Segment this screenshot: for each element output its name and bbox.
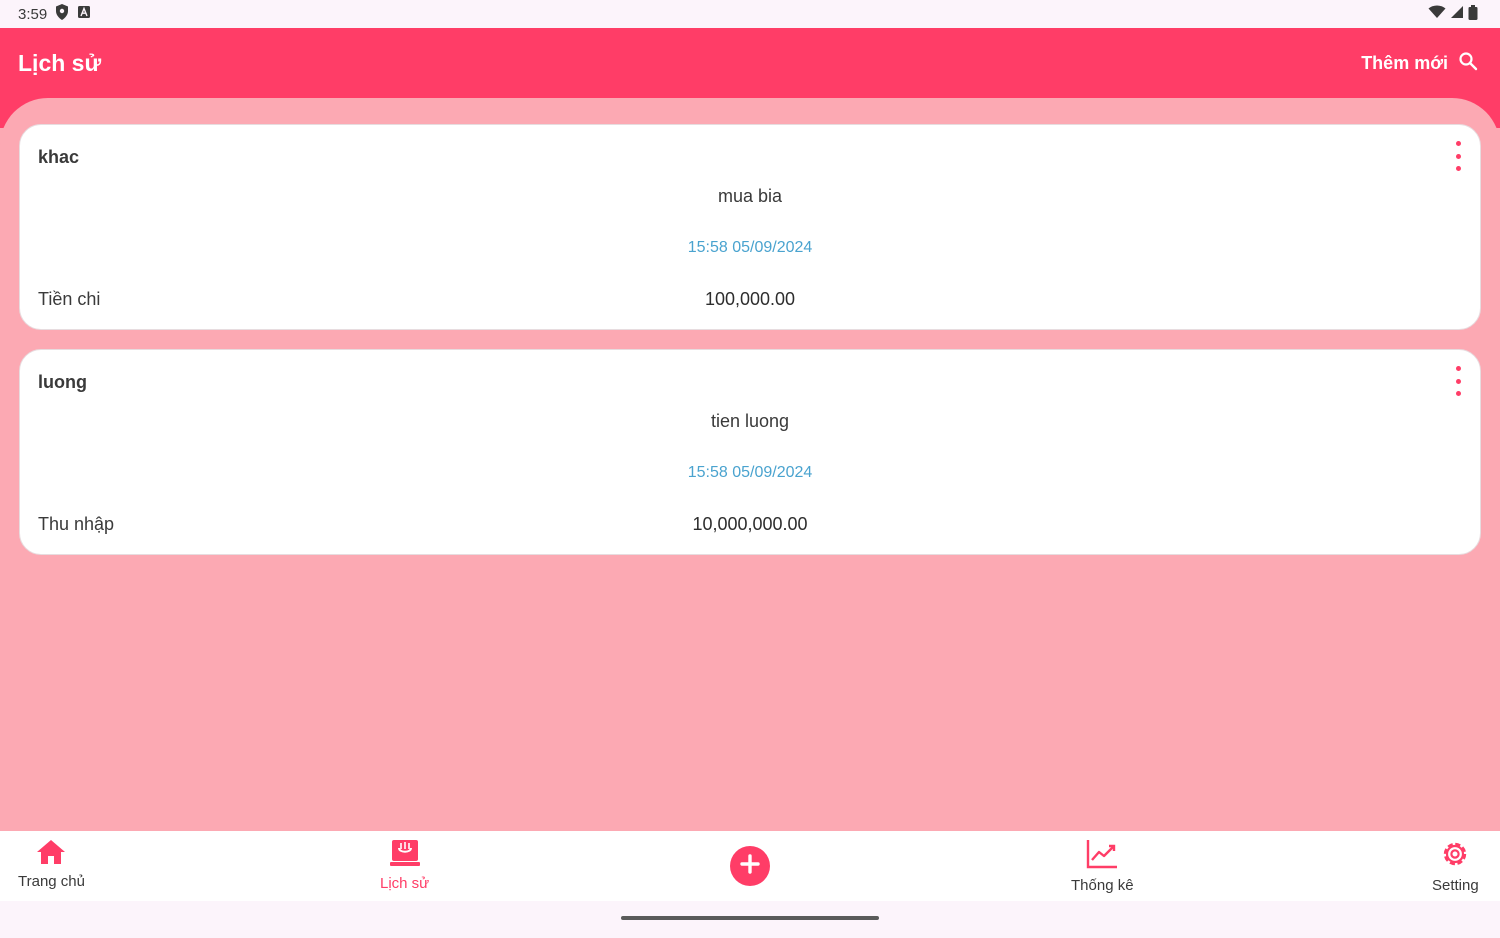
- add-new-button[interactable]: Thêm mới: [1361, 53, 1448, 74]
- nav-item-label: Trang chủ: [18, 873, 85, 890]
- keyboard-a-icon: [77, 5, 91, 23]
- transaction-description: tien luong: [710, 411, 790, 431]
- transaction-category: luong: [38, 372, 87, 392]
- status-left: 3:59: [18, 4, 91, 24]
- home-icon: [36, 839, 66, 869]
- transaction-datetime: 15:58 05/09/2024: [687, 239, 813, 256]
- status-bar: 3:59: [0, 0, 1500, 28]
- transaction-description: mua bia: [717, 186, 783, 206]
- more-vert-icon[interactable]: [1452, 366, 1464, 396]
- page-title: Lịch sử: [18, 49, 102, 76]
- nav-item-label: Thống kê: [1071, 877, 1134, 894]
- nav-item-label: Setting: [1432, 877, 1479, 894]
- add-circle-icon: [739, 853, 761, 880]
- nav-item-history[interactable]: Lịch sử: [380, 839, 429, 892]
- wifi-icon: [1428, 5, 1446, 23]
- status-right: [1428, 4, 1478, 24]
- history-icon: [389, 839, 420, 871]
- nav-item-label: Lịch sử: [380, 875, 430, 892]
- status-time: 3:59: [18, 5, 48, 23]
- shield-icon: [55, 4, 69, 24]
- transaction-card[interactable]: luong tien luong 15:58 05/09/2024 Thu nh…: [19, 349, 1481, 555]
- nav-item-setting[interactable]: Setting: [1432, 839, 1479, 894]
- signal-icon: [1450, 5, 1464, 23]
- chart-icon: [1086, 839, 1118, 873]
- battery-icon: [1468, 4, 1478, 24]
- home-gesture-bar[interactable]: [621, 916, 879, 920]
- transaction-amount: 10,000,000.00: [692, 514, 808, 534]
- nav-item-home[interactable]: Trang chủ: [18, 839, 85, 890]
- transaction-list: khac mua bia 15:58 05/09/2024 Tiền chi 1…: [0, 98, 1500, 831]
- transaction-card[interactable]: khac mua bia 15:58 05/09/2024 Tiền chi 1…: [19, 124, 1481, 330]
- nav-item-statistics[interactable]: Thống kê: [1071, 839, 1134, 894]
- gear-icon: [1440, 839, 1470, 873]
- gesture-area: [0, 901, 1500, 938]
- search-icon[interactable]: [1458, 51, 1478, 76]
- app-bar: Lịch sử Thêm mới: [0, 28, 1500, 98]
- bottom-nav: Trang chủ Lịch sử Thống kê Setting: [0, 831, 1500, 901]
- add-transaction-button[interactable]: [730, 846, 770, 886]
- transaction-amount: 100,000.00: [704, 289, 796, 309]
- transaction-category: khac: [38, 147, 80, 167]
- more-vert-icon[interactable]: [1452, 141, 1464, 171]
- app-actions: Thêm mới: [1361, 51, 1478, 76]
- transaction-datetime: 15:58 05/09/2024: [687, 464, 813, 481]
